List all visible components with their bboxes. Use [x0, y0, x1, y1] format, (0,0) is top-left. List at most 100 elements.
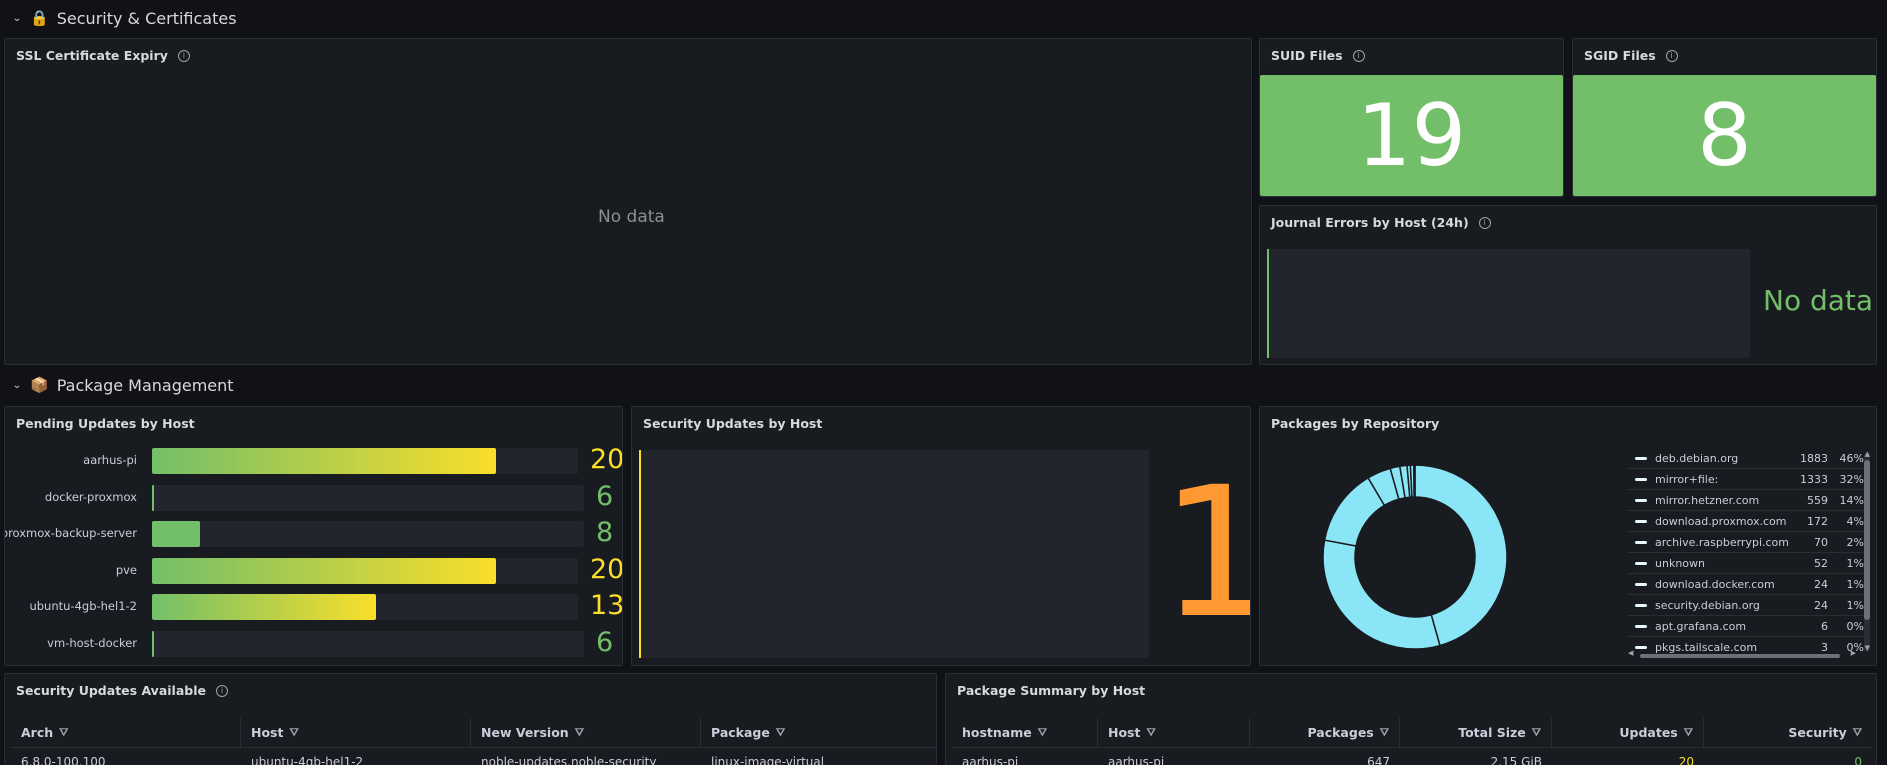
legend-item[interactable]: security.debian.org 24 1%: [1628, 595, 1868, 616]
no-data-message: No data: [598, 207, 665, 227]
bar-label: aarhus-pi: [83, 453, 137, 467]
table-row[interactable]: aarhus-pi aarhus-pi 647 2.15 GiB 20 0: [952, 748, 1872, 765]
legend-count: 172: [1807, 514, 1828, 528]
legend-count: 70: [1814, 535, 1828, 549]
filter-icon[interactable]: ⛛: [1853, 726, 1862, 740]
filter-icon[interactable]: ⛛: [575, 726, 584, 740]
legend-item[interactable]: mirror.hetzner.com 559 14%: [1628, 490, 1868, 511]
scrollbar-up-arrow[interactable]: ▲: [1865, 450, 1870, 458]
panel-suid-files: SUID Files i 19: [1259, 38, 1564, 197]
info-icon[interactable]: i: [1478, 216, 1491, 229]
column-header-hostname[interactable]: hostname ⛛: [952, 717, 1098, 748]
section-header-security[interactable]: ⌄ 🔒 Security & Certificates: [0, 4, 237, 32]
column-header-host[interactable]: Host ⛛: [1098, 717, 1250, 748]
info-icon[interactable]: i: [215, 684, 228, 697]
table-header: hostname ⛛ Host ⛛ Packages ⛛ Total Size ⛛ Up…: [952, 717, 1872, 748]
bar-fill: [152, 594, 376, 620]
bar-value: 6: [596, 626, 614, 658]
bar-track: [152, 521, 584, 547]
column-header-updates[interactable]: Updates ⛛: [1552, 717, 1704, 748]
column-header-security[interactable]: Security ⛛: [1704, 718, 1872, 748]
cell-updates: 20: [1678, 755, 1694, 765]
panel-ssl-expiry: SSL Certificate Expiry i No data: [4, 38, 1252, 365]
scroll-left-arrow[interactable]: ◀: [1628, 649, 1633, 657]
bar-fill: [152, 484, 154, 511]
legend-count: 559: [1807, 493, 1828, 507]
column-header-package[interactable]: Package ⛛: [701, 718, 936, 748]
legend-item[interactable]: download.docker.com 24 1%: [1628, 574, 1868, 595]
chevron-down-icon[interactable]: ⌄: [12, 12, 22, 23]
donut-slice-mirror-file-[interactable]: [1322, 539, 1441, 650]
legend-label: archive.raspberrypi.com: [1655, 535, 1788, 549]
filter-icon[interactable]: ⛛: [1038, 726, 1047, 740]
legend-count: 6: [1821, 619, 1828, 633]
bar-value: 13: [590, 590, 623, 621]
legend-item[interactable]: deb.debian.org 1883 46%: [1628, 448, 1868, 469]
legend-percent: 1%: [1846, 577, 1864, 591]
scrollbar-thumb[interactable]: [1864, 460, 1870, 620]
chevron-down-icon[interactable]: ⌄: [12, 379, 22, 390]
column-header-arch[interactable]: Arch ⛛: [11, 717, 241, 748]
cell-packages: 647: [1367, 755, 1390, 765]
legend-label: unknown: [1655, 556, 1705, 570]
filter-icon[interactable]: ⛛: [1684, 726, 1693, 740]
cell-package: linux-image-virtual: [711, 755, 825, 765]
filter-icon[interactable]: ⛛: [1146, 726, 1155, 740]
no-data-message: No data: [1763, 284, 1874, 317]
scrollbar-down-arrow[interactable]: ▼: [1865, 644, 1870, 652]
cell-total-size: 2.15 GiB: [1490, 755, 1542, 765]
cell-security: 0: [1854, 755, 1862, 765]
legend-swatch: [1635, 498, 1647, 502]
info-icon[interactable]: i: [177, 49, 190, 62]
info-icon[interactable]: i: [1352, 49, 1365, 62]
legend-label: apt.grafana.com: [1655, 619, 1747, 633]
legend-swatch: [1635, 456, 1647, 460]
column-header-packages[interactable]: Packages ⛛: [1250, 717, 1400, 748]
bar-track: [152, 630, 584, 657]
legend-item[interactable]: mirror+file: 1333 32%: [1628, 469, 1868, 490]
cell-hostname: aarhus-pi: [962, 755, 1019, 765]
legend-count: 24: [1814, 598, 1828, 612]
bar-value: 6: [596, 480, 614, 512]
filter-icon[interactable]: ⛛: [289, 726, 298, 740]
legend-count: 52: [1814, 556, 1828, 570]
legend-item[interactable]: unknown 52 1%: [1628, 553, 1868, 574]
sparkline-area: [1267, 249, 1750, 358]
bar-track: [152, 594, 578, 620]
filter-icon[interactable]: ⛛: [1532, 726, 1541, 740]
legend-item[interactable]: archive.raspberrypi.com 70 2%: [1628, 532, 1868, 553]
legend-swatch: [1635, 645, 1647, 649]
legend-item[interactable]: apt.grafana.com 6 0%: [1628, 616, 1868, 637]
cell-new-version: noble-updates,noble-security: [481, 755, 657, 765]
legend-percent: 0%: [1846, 619, 1864, 633]
legend-label: security.debian.org: [1655, 598, 1760, 612]
table-row[interactable]: 6.8.0-100.100 ubuntu-4gb-hel1-2 noble-up…: [11, 748, 936, 765]
panel-title: Package Summary by Host: [957, 683, 1146, 698]
bar-label: docker-proxmox: [44, 489, 137, 504]
bar-gauge-row: ubuntu-4gb-hel1-2 13: [5, 591, 622, 621]
bar-track: [152, 484, 584, 511]
column-header-total-size[interactable]: Total Size ⛛: [1400, 717, 1552, 748]
panel-security-updates: Security Updates by Host 1: [631, 406, 1251, 666]
horizontal-scrollbar[interactable]: ◀ ▶: [1628, 649, 1856, 660]
legend-label: download.proxmox.com: [1655, 514, 1787, 528]
legend-label: download.docker.com: [1655, 577, 1775, 591]
panel-packages-by-repo: Packages by Repository deb.debian.org 188…: [1259, 406, 1877, 666]
bar-gauge-row: pve 20: [5, 554, 622, 585]
panel-title: Security Updates Available: [16, 683, 206, 698]
column-header-host[interactable]: Host ⛛: [241, 717, 471, 748]
legend-item[interactable]: download.proxmox.com 172 4%: [1628, 511, 1868, 532]
panel-title: SGID Files: [1584, 48, 1656, 63]
legend-label: mirror+file:: [1655, 472, 1719, 486]
filter-icon[interactable]: ⛛: [59, 726, 68, 740]
column-header-new-version[interactable]: New Version ⛛: [471, 717, 701, 748]
scrollbar-thumb[interactable]: [1640, 654, 1840, 658]
filter-icon[interactable]: ⛛: [1380, 726, 1389, 740]
panel-package-summary: Package Summary by Host hostname ⛛ Host ⛛ …: [945, 673, 1877, 765]
legend-swatch: [1635, 519, 1647, 523]
filter-icon[interactable]: ⛛: [776, 726, 785, 740]
section-header-packages[interactable]: ⌄ 📦 Package Management: [0, 371, 234, 399]
scroll-right-arrow[interactable]: ▶: [1851, 649, 1856, 657]
scrollbar[interactable]: [1864, 452, 1870, 652]
info-icon[interactable]: i: [1665, 49, 1678, 62]
